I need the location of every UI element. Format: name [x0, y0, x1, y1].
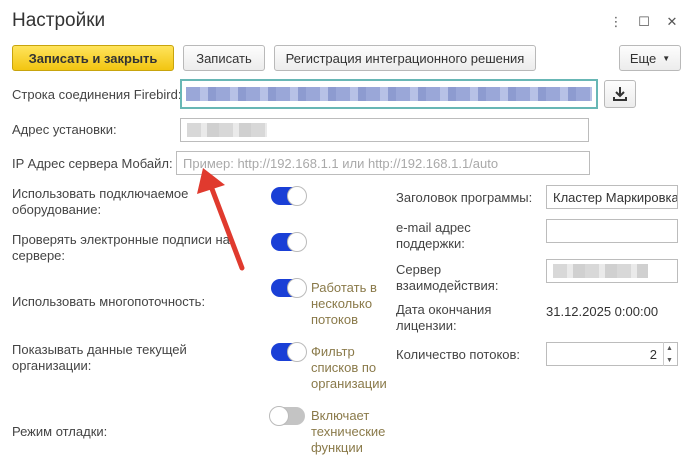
threads-label: Количество потоков:	[396, 347, 521, 362]
current-org-label: Показывать данные текущей организации:	[12, 342, 187, 373]
program-title-label: Заголовок программы:	[396, 190, 533, 205]
threads-stepper[interactable]: ▲ ▼	[663, 342, 675, 366]
toggle-knob	[287, 342, 307, 362]
license-end-label: Дата окончания лицензии:	[396, 302, 492, 333]
more-button-label: Еще	[629, 50, 657, 66]
settings-window: Настройки ⋮ ☐ ✕ Записать и закрыть Запис…	[0, 0, 700, 473]
stepper-up-icon[interactable]: ▲	[666, 345, 673, 352]
dropdown-arrow-icon: ▼	[662, 53, 671, 63]
mobile-ip-label: IP Адрес сервера Мобайл:	[12, 156, 173, 171]
firebird-connection-field[interactable]	[180, 79, 598, 109]
threads-field[interactable]: 2	[546, 342, 678, 366]
download-icon	[613, 87, 627, 101]
download-button[interactable]	[604, 80, 636, 108]
more-button[interactable]: Еще ▼	[619, 45, 681, 71]
current-org-hint: Фильтр списков по организации	[311, 344, 387, 391]
toggle-knob	[287, 278, 307, 298]
annotation-arrow-icon	[197, 168, 245, 271]
multithreading-label: Использовать многопоточность:	[12, 294, 206, 309]
redacted-value	[186, 87, 592, 101]
use-equipment-toggle[interactable]	[271, 186, 307, 206]
program-title-field[interactable]: Кластер Маркировка	[546, 185, 678, 209]
toggle-knob	[269, 406, 289, 426]
verify-signatures-toggle[interactable]	[271, 232, 307, 252]
close-icon[interactable]: ✕	[658, 12, 686, 32]
debug-mode-hint: Включает технические функции	[311, 408, 386, 455]
register-integration-button[interactable]: Регистрация интеграционного решения	[274, 45, 536, 71]
save-and-close-button[interactable]: Записать и закрыть	[12, 45, 174, 71]
multithreading-toggle[interactable]	[271, 278, 307, 298]
maximize-icon[interactable]: ☐	[630, 12, 658, 32]
toggle-knob	[287, 232, 307, 252]
firebird-label: Строка соединения Firebird:	[12, 87, 182, 102]
debug-mode-label: Режим отладки:	[12, 424, 108, 439]
multithreading-hint: Работать в несколько потоков	[311, 280, 377, 327]
stepper-down-icon[interactable]: ▼	[666, 357, 673, 364]
current-org-toggle[interactable]	[271, 342, 307, 362]
interaction-server-field[interactable]	[546, 259, 678, 283]
interaction-server-label: Сервер взаимодействия:	[396, 262, 499, 293]
support-email-label: e-mail адрес поддержки:	[396, 220, 471, 251]
redacted-value	[553, 264, 648, 278]
install-path-field[interactable]	[180, 118, 589, 142]
debug-mode-toggle[interactable]	[269, 406, 305, 426]
license-end-value: 31.12.2025 0:00:00	[546, 304, 659, 319]
window-controls: ⋮ ☐ ✕	[602, 12, 686, 32]
toggle-knob	[287, 186, 307, 206]
window-title: Настройки	[12, 10, 106, 31]
install-path-label: Адрес установки:	[12, 122, 117, 137]
save-button[interactable]: Записать	[183, 45, 265, 71]
redacted-value	[187, 123, 267, 137]
more-icon[interactable]: ⋮	[602, 12, 630, 32]
support-email-field[interactable]	[546, 219, 678, 243]
